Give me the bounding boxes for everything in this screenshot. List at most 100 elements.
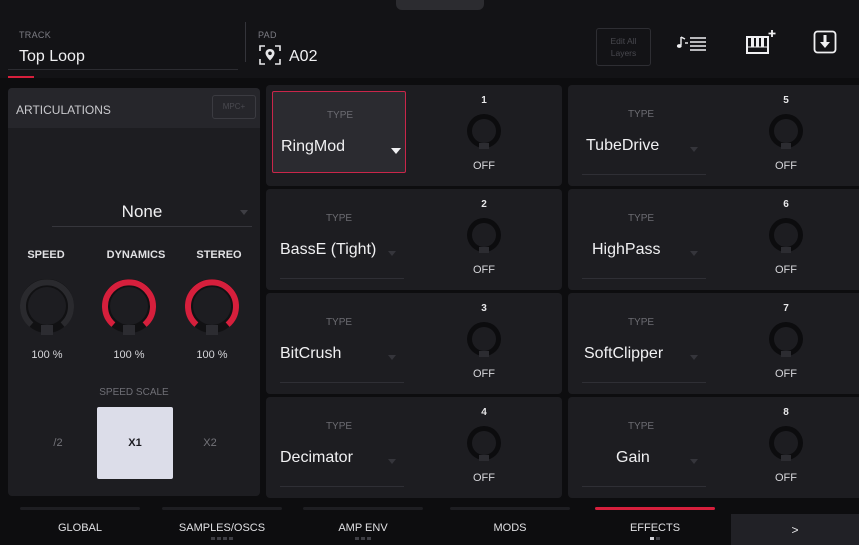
effect-type-underline bbox=[582, 174, 706, 175]
chevron-down-icon bbox=[690, 251, 698, 256]
edit-all-label-line1: Edit All bbox=[610, 36, 637, 46]
effect-type-select[interactable]: TYPE TubeDrive bbox=[574, 91, 708, 175]
effect-type-select[interactable]: TYPE HighPass bbox=[574, 195, 708, 279]
chevron-down-icon bbox=[388, 459, 396, 464]
type-caption: TYPE bbox=[325, 213, 353, 224]
effect-knob[interactable] bbox=[466, 217, 502, 255]
stereo-value: 100 % bbox=[196, 349, 228, 361]
stereo-label: STEREO bbox=[196, 249, 242, 261]
articulations-panel: ARTICULATIONS MPC+ None SPEED DYNAMICS S… bbox=[8, 88, 260, 496]
type-caption: TYPE bbox=[326, 110, 354, 121]
speed-value: 100 % bbox=[31, 349, 63, 361]
effect-type-underline bbox=[280, 486, 404, 487]
chevron-down-icon bbox=[391, 148, 401, 154]
tab-amp-env[interactable]: AMP ENV bbox=[293, 503, 433, 545]
mpc-plus-button[interactable]: MPC+ bbox=[212, 95, 256, 119]
effect-type-select[interactable]: TYPE Decimator bbox=[272, 403, 406, 487]
edit-all-layers-button[interactable]: Edit All Layers bbox=[596, 28, 651, 66]
speed-scale-x2-button[interactable]: X2 bbox=[174, 407, 246, 479]
effect-slot-number: 4 bbox=[481, 407, 487, 418]
effect-value: OFF bbox=[775, 472, 797, 484]
effect-type-select[interactable]: TYPE BitCrush bbox=[272, 299, 406, 383]
articulations-header: ARTICULATIONS MPC+ bbox=[8, 88, 260, 128]
tab-more-button[interactable]: > bbox=[731, 514, 859, 545]
effect-type-value: Decimator bbox=[280, 449, 353, 466]
chevron-down-icon bbox=[388, 251, 396, 256]
header-divider bbox=[245, 22, 246, 62]
effect-type-value: Gain bbox=[616, 449, 650, 466]
effect-type-select[interactable]: TYPE Gain bbox=[574, 403, 708, 487]
speed-scale-x1-button[interactable]: X1 bbox=[97, 407, 173, 479]
effect-slot-6: TYPE HighPass 6 OFF bbox=[568, 189, 859, 290]
effect-type-underline bbox=[582, 382, 706, 383]
effect-slot-7: TYPE SoftClipper 7 OFF bbox=[568, 293, 859, 394]
effect-knob[interactable] bbox=[466, 321, 502, 359]
keyboard-add-icon[interactable] bbox=[745, 28, 777, 56]
tab-samples-oscs[interactable]: SAMPLES/OSCS bbox=[152, 503, 292, 545]
chevron-down-icon bbox=[240, 210, 248, 215]
speed-scale-half-button[interactable]: /2 bbox=[22, 407, 94, 479]
chevron-down-icon bbox=[690, 459, 698, 464]
pad-name-field[interactable]: A02 bbox=[289, 48, 317, 66]
tab-mods[interactable]: MODS bbox=[440, 503, 580, 545]
effect-type-value: HighPass bbox=[592, 241, 661, 258]
effect-slot-1: TYPE RingMod 1 OFF bbox=[266, 85, 562, 186]
effect-slot-number: 1 bbox=[481, 95, 487, 106]
tab-indicator bbox=[20, 507, 140, 510]
effect-slot-8: TYPE Gain 8 OFF bbox=[568, 397, 859, 498]
effect-slot-number: 6 bbox=[783, 199, 789, 210]
effect-knob[interactable] bbox=[768, 217, 804, 255]
effect-value: OFF bbox=[473, 160, 495, 172]
effect-knob[interactable] bbox=[768, 425, 804, 463]
bottom-tab-bar: GLOBAL SAMPLES/OSCS AMP ENV MODS EFFECTS… bbox=[0, 503, 859, 545]
effect-slot-3: TYPE BitCrush 3 OFF bbox=[266, 293, 562, 394]
dynamics-label: DYNAMICS bbox=[106, 249, 166, 261]
type-caption: TYPE bbox=[627, 317, 655, 328]
effect-type-underline bbox=[582, 486, 706, 487]
effect-knob[interactable] bbox=[768, 113, 804, 151]
articulation-select[interactable]: None bbox=[52, 200, 252, 227]
speed-scale-caption: SPEED SCALE bbox=[99, 387, 169, 398]
type-caption: TYPE bbox=[325, 421, 353, 432]
dynamics-knob[interactable] bbox=[100, 277, 158, 335]
pad-locate-icon[interactable] bbox=[258, 44, 282, 66]
effect-type-value: BitCrush bbox=[280, 345, 342, 362]
effect-slot-number: 2 bbox=[481, 199, 487, 210]
effect-slot-5: TYPE TubeDrive 5 OFF bbox=[568, 85, 859, 186]
speed-knob[interactable] bbox=[18, 277, 76, 335]
tab-effects[interactable]: EFFECTS bbox=[585, 503, 725, 545]
effect-slot-2: TYPE BassE (Tight) 2 OFF bbox=[266, 189, 562, 290]
chevron-down-icon bbox=[690, 147, 698, 152]
effect-knob[interactable] bbox=[768, 321, 804, 359]
effect-value: OFF bbox=[775, 264, 797, 276]
page-dots bbox=[293, 537, 433, 540]
save-download-icon[interactable] bbox=[813, 30, 837, 54]
tab-indicator bbox=[595, 507, 715, 510]
effect-slot-number: 3 bbox=[481, 303, 487, 314]
effect-type-underline bbox=[582, 278, 706, 279]
track-name-field[interactable]: Top Loop bbox=[19, 48, 85, 66]
type-caption: TYPE bbox=[627, 213, 655, 224]
effect-type-select[interactable]: TYPE BassE (Tight) bbox=[272, 195, 406, 279]
effect-type-value: SoftClipper bbox=[584, 345, 664, 362]
effect-slot-number: 7 bbox=[783, 303, 789, 314]
effect-type-select[interactable]: TYPE SoftClipper bbox=[574, 299, 708, 383]
effect-knob[interactable] bbox=[466, 425, 502, 463]
effect-knob[interactable] bbox=[466, 113, 502, 151]
effect-type-select[interactable]: TYPE RingMod bbox=[272, 91, 406, 173]
effect-slot-4: TYPE Decimator 4 OFF bbox=[266, 397, 562, 498]
tab-global[interactable]: GLOBAL bbox=[10, 503, 150, 545]
dynamics-value: 100 % bbox=[113, 349, 145, 361]
note-list-icon[interactable] bbox=[676, 35, 712, 51]
tab-label: MODS bbox=[493, 522, 527, 534]
tab-label: SAMPLES/OSCS bbox=[178, 522, 266, 534]
header-bar: TRACK Top Loop PAD A02 Edit All Layers bbox=[0, 0, 859, 78]
track-active-indicator bbox=[8, 76, 34, 78]
tab-indicator bbox=[450, 507, 570, 510]
effect-value: OFF bbox=[473, 368, 495, 380]
stereo-knob[interactable] bbox=[183, 277, 241, 335]
chevron-down-icon bbox=[690, 355, 698, 360]
tab-label: AMP ENV bbox=[338, 522, 388, 534]
top-drag-handle[interactable] bbox=[396, 0, 484, 10]
track-underline bbox=[8, 69, 238, 70]
